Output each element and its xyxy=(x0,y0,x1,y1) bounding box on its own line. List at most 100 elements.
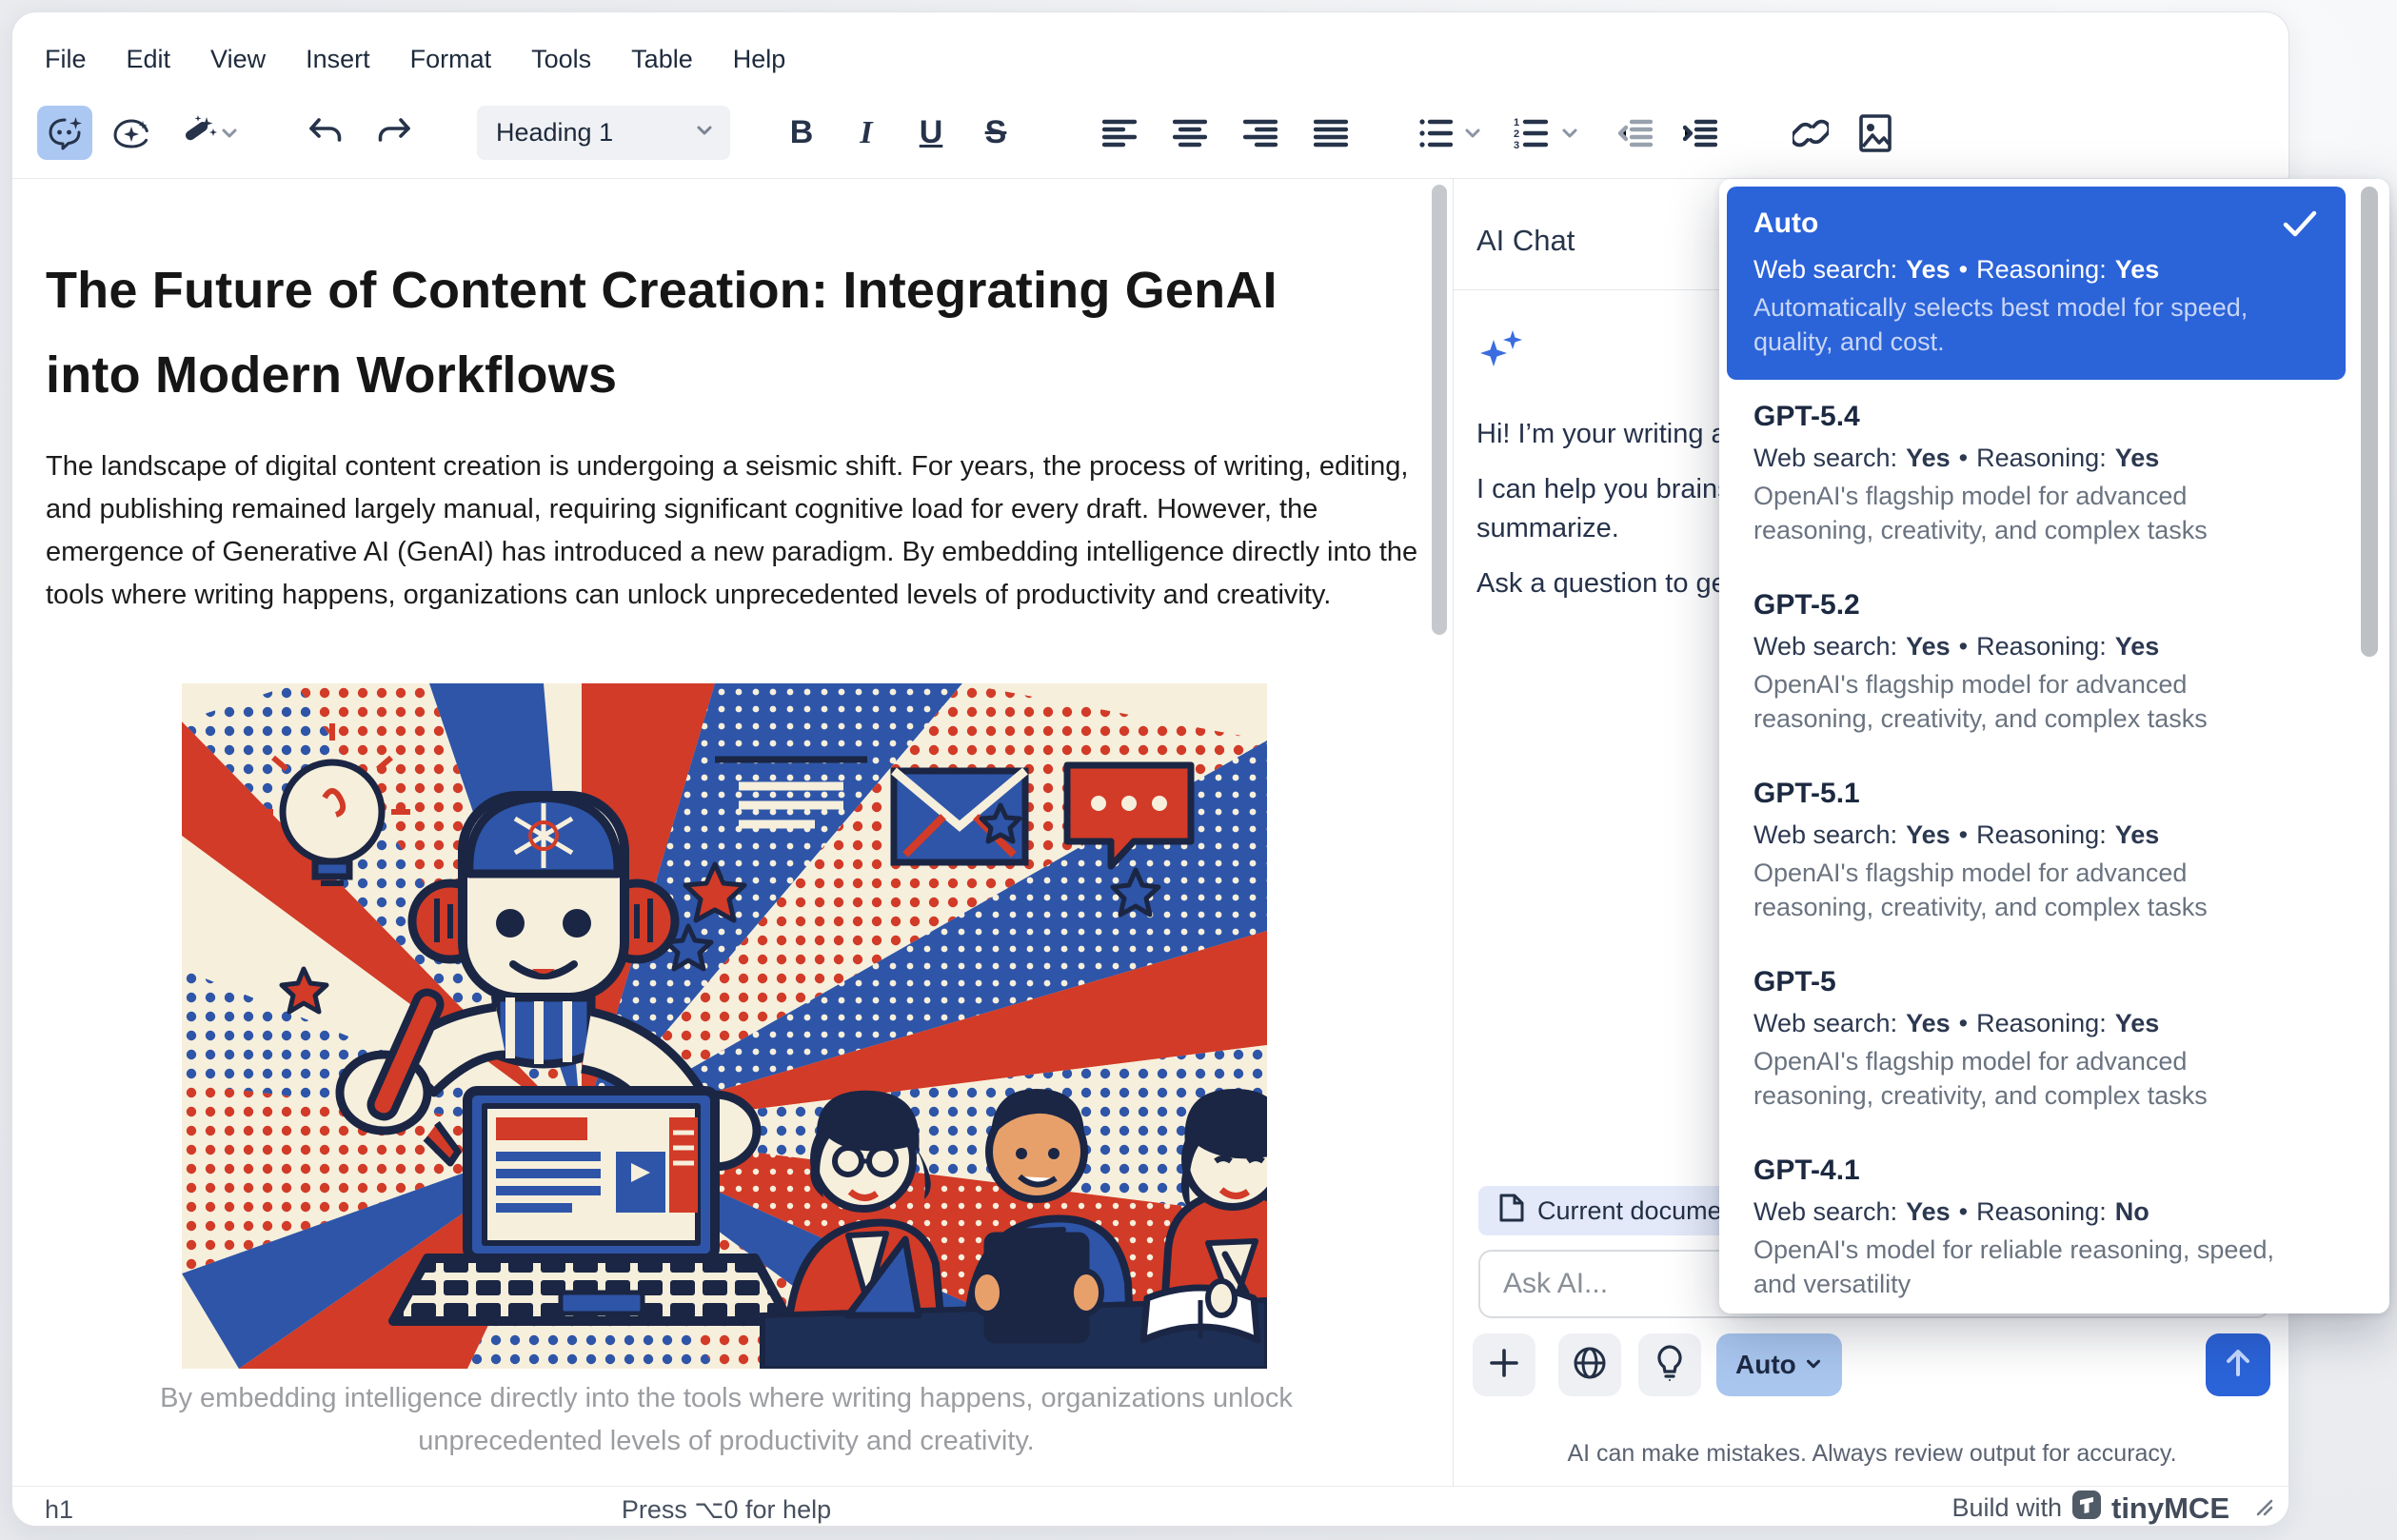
menu-insert[interactable]: Insert xyxy=(306,45,370,74)
italic-button[interactable]: I xyxy=(839,106,894,160)
brand-prefix: Build with xyxy=(1951,1493,2062,1523)
menu-format[interactable]: Format xyxy=(410,45,492,74)
model-option-description: OpenAI's flagship model for advanced rea… xyxy=(1753,856,2288,924)
svg-text:2: 2 xyxy=(1514,128,1519,140)
magic-wand-icon xyxy=(178,113,218,153)
ai-chat-button[interactable] xyxy=(37,106,92,160)
context-chip-label: Current document xyxy=(1537,1196,1743,1226)
strikethrough-icon: S xyxy=(985,114,1007,151)
undo-icon xyxy=(307,116,345,150)
brand-name: tinyMCE xyxy=(2111,1491,2229,1526)
model-option-meta: Web search:Yes•Reasoning:Yes xyxy=(1753,443,2319,473)
panel-divider xyxy=(1453,178,1454,1486)
menu-help[interactable]: Help xyxy=(733,45,786,74)
model-option-description: OpenAI's model for reliable reasoning, s… xyxy=(1753,1233,2288,1301)
model-option-meta: Web search:Yes•Reasoning:Yes xyxy=(1753,254,2319,285)
model-option-meta: Web search:Yes•Reasoning:Yes xyxy=(1753,631,2319,661)
align-center-icon xyxy=(1173,118,1207,148)
model-option-name: GPT-5.4 xyxy=(1753,401,1860,433)
tinymce-logo-icon xyxy=(2071,1490,2102,1527)
underline-icon: U xyxy=(920,114,943,151)
image-caption[interactable]: By embedding intelligence directly into … xyxy=(93,1377,1359,1463)
menu-tools[interactable]: Tools xyxy=(531,45,591,74)
align-left-icon xyxy=(1102,118,1137,148)
resize-handle-icon[interactable] xyxy=(2250,1493,2273,1523)
model-dropdown: Auto Web search:Yes•Reasoning:Yes Automa… xyxy=(1719,179,2389,1313)
model-option-name: Auto xyxy=(1753,207,1818,240)
suggestions-button[interactable] xyxy=(1638,1333,1701,1396)
align-left-button[interactable] xyxy=(1092,106,1147,160)
menu-file[interactable]: File xyxy=(45,45,87,74)
lightbulb-icon xyxy=(1655,1345,1684,1386)
model-option-name: GPT-5.1 xyxy=(1753,778,1860,810)
attach-button[interactable] xyxy=(1473,1333,1535,1396)
app-screen: File Edit View Insert Format Tools Table… xyxy=(0,0,2397,1540)
chevron-down-icon xyxy=(1804,1350,1823,1380)
link-button[interactable] xyxy=(1783,106,1838,160)
plus-icon xyxy=(1489,1348,1519,1383)
numbered-list-chevron-icon[interactable] xyxy=(1556,106,1583,160)
check-icon xyxy=(2281,207,2319,245)
model-option-gpt-5-4[interactable]: GPT-5.4 Web search:Yes•Reasoning:Yes Ope… xyxy=(1727,380,2346,568)
bullet-list-icon xyxy=(1418,118,1453,148)
model-option-name: GPT-5.2 xyxy=(1753,589,1860,622)
model-option-gpt-5[interactable]: GPT-5 Web search:Yes•Reasoning:Yes OpenA… xyxy=(1727,945,2346,1134)
menu-bar: File Edit View Insert Format Tools Table… xyxy=(45,45,785,74)
chat-panel-title: AI Chat xyxy=(1476,224,1575,258)
image-button[interactable] xyxy=(1848,106,1903,160)
send-button[interactable] xyxy=(2206,1333,2270,1396)
chevron-down-icon xyxy=(694,118,715,148)
image-icon xyxy=(1859,114,1892,152)
bullet-list-button[interactable] xyxy=(1408,106,1463,160)
indent-icon xyxy=(1683,118,1717,148)
help-shortcut-text: Press ⌥0 for help xyxy=(393,1495,1060,1525)
model-option-description: Automatically selects best model for spe… xyxy=(1753,290,2288,359)
outdent-icon xyxy=(1618,118,1653,148)
document-paragraph[interactable]: The landscape of digital content creatio… xyxy=(46,445,1421,617)
model-option-gpt-5-2[interactable]: GPT-5.2 Web search:Yes•Reasoning:Yes Ope… xyxy=(1727,568,2346,757)
menu-table[interactable]: Table xyxy=(631,45,693,74)
menu-view[interactable]: View xyxy=(210,45,266,74)
branding[interactable]: Build with tinyMCE xyxy=(1951,1490,2273,1527)
dropdown-scrollbar[interactable] xyxy=(2361,187,2378,657)
document-illustration[interactable] xyxy=(182,683,1267,1369)
model-option-name: GPT-4.1 xyxy=(1753,1155,1860,1187)
numbered-list-button[interactable]: 123 xyxy=(1503,106,1558,160)
undo-button[interactable] xyxy=(298,106,353,160)
svg-text:1: 1 xyxy=(1514,117,1519,128)
align-center-button[interactable] xyxy=(1162,106,1218,160)
model-option-meta: Web search:Yes•Reasoning:No xyxy=(1753,1196,2319,1227)
ai-review-eye-icon xyxy=(111,114,151,152)
redo-button[interactable] xyxy=(366,106,422,160)
format-select[interactable]: Heading 1 xyxy=(477,106,730,160)
underline-button[interactable]: U xyxy=(903,106,959,160)
model-option-auto[interactable]: Auto Web search:Yes•Reasoning:Yes Automa… xyxy=(1727,187,2346,380)
bullet-list-chevron-icon[interactable] xyxy=(1459,106,1486,160)
numbered-list-icon: 123 xyxy=(1514,117,1548,149)
outdent-button[interactable] xyxy=(1608,106,1663,160)
document-heading[interactable]: The Future of Content Creation: Integrat… xyxy=(46,248,1326,418)
model-option-gpt-4-1[interactable]: GPT-4.1 Web search:Yes•Reasoning:No Open… xyxy=(1727,1134,2346,1313)
bold-icon: B xyxy=(790,114,814,151)
align-right-icon xyxy=(1243,118,1278,148)
model-option-gpt-5-1[interactable]: GPT-5.1 Web search:Yes•Reasoning:Yes Ope… xyxy=(1727,757,2346,945)
web-search-button[interactable] xyxy=(1558,1333,1621,1396)
redo-icon xyxy=(375,116,413,150)
ai-shortcuts-chevron-icon[interactable] xyxy=(216,106,243,160)
bold-button[interactable]: B xyxy=(774,106,829,160)
align-right-button[interactable] xyxy=(1233,106,1288,160)
editor-scrollbar[interactable] xyxy=(1432,185,1447,635)
model-selector-button[interactable]: Auto xyxy=(1716,1333,1842,1396)
format-select-value: Heading 1 xyxy=(496,118,613,148)
indent-button[interactable] xyxy=(1673,106,1728,160)
element-path[interactable]: h1 xyxy=(45,1495,73,1525)
model-option-description: OpenAI's flagship model for advanced rea… xyxy=(1753,479,2288,547)
model-option-name: GPT-5 xyxy=(1753,966,1836,998)
justify-button[interactable] xyxy=(1303,106,1358,160)
strikethrough-button[interactable]: S xyxy=(968,106,1023,160)
globe-icon xyxy=(1573,1346,1607,1385)
sparkles-icon xyxy=(1475,326,1530,386)
menu-edit[interactable]: Edit xyxy=(127,45,171,74)
model-option-description: OpenAI's flagship model for advanced rea… xyxy=(1753,667,2288,736)
ai-review-button[interactable] xyxy=(104,106,159,160)
